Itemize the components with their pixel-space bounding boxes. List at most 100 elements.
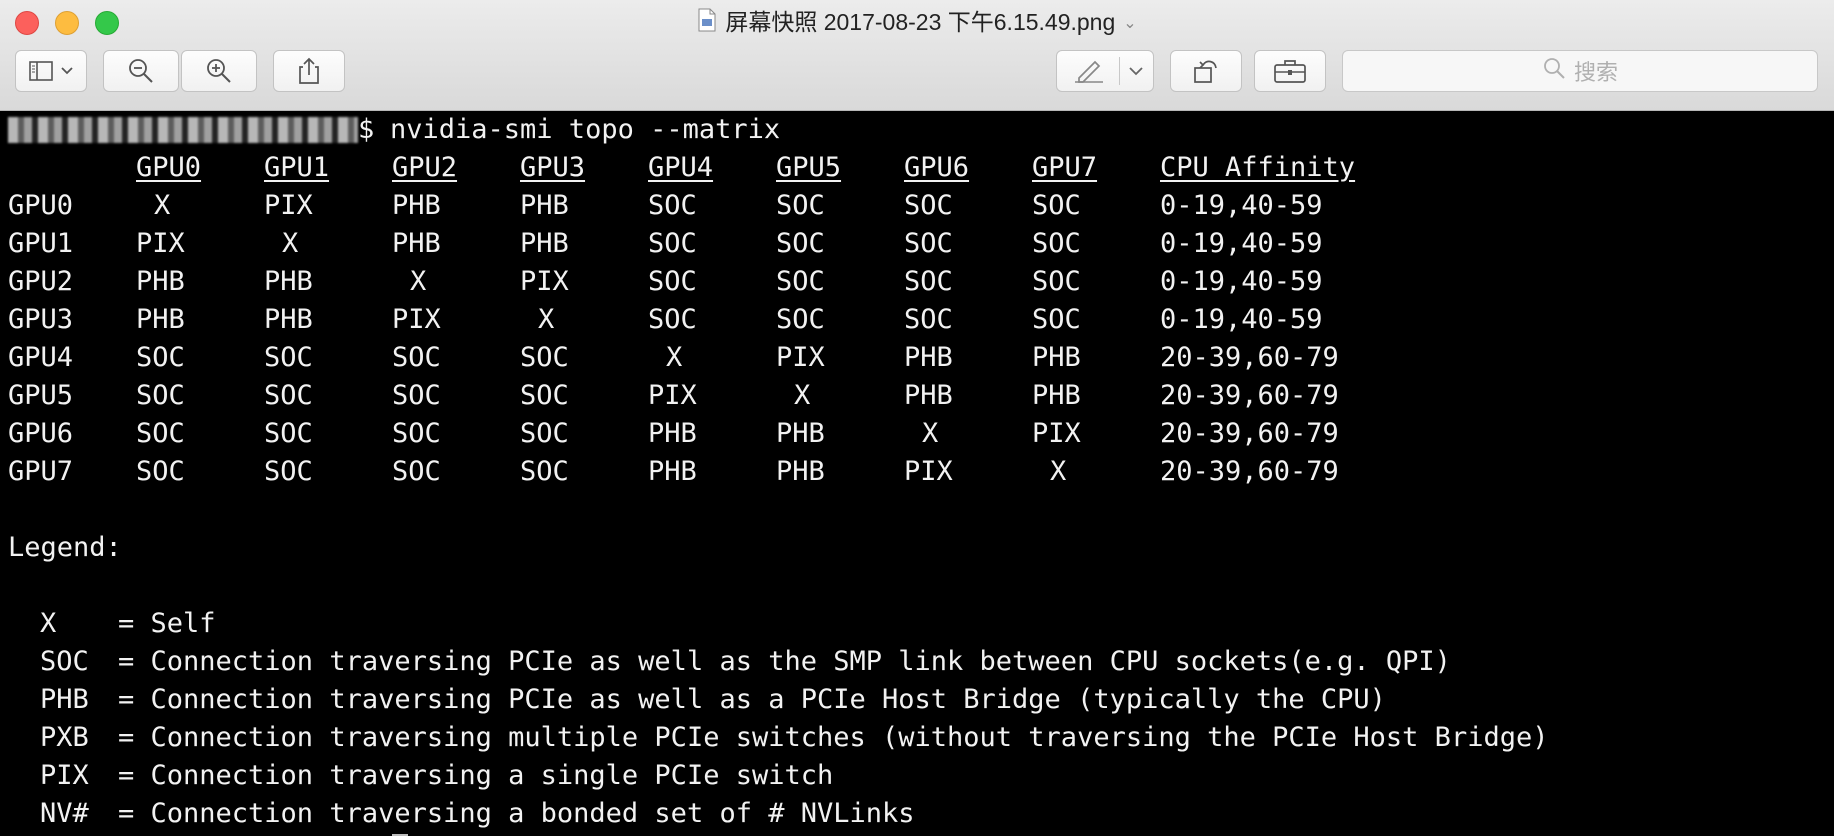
matrix-cell: SOC — [264, 380, 313, 411]
matrix-cell: PIX — [1032, 418, 1081, 449]
window-title-text: 屏幕快照 2017-08-23 下午6.15.49.png — [725, 9, 1116, 35]
rotate-icon — [1191, 57, 1221, 85]
matrix-cell: SOC — [392, 418, 441, 449]
matrix-cell: SOC — [648, 266, 697, 297]
window-toolbar: 屏幕快照 2017-08-23 下午6.15.49.png ⌄ 搜索 — [0, 0, 1834, 111]
matrix-cell: PHB — [648, 456, 697, 487]
legend-key: PIX — [40, 760, 89, 791]
matrix-header-gpu2: GPU2 — [392, 152, 458, 183]
row-label: GPU4 — [8, 342, 74, 373]
table-row: GPU3 PHB PHB PIX X SOC SOC SOC SOC 0-19,40-59 — [0, 301, 1834, 339]
matrix-header-gpu4: GPU4 — [648, 152, 714, 183]
legend-title: Legend: — [8, 532, 122, 563]
matrix-cell: X — [1050, 456, 1067, 487]
legend-title-row: Legend: — [0, 529, 1834, 567]
matrix-cell: PHB — [392, 190, 441, 221]
cpu-affinity-cell: 20-39,60-79 — [1160, 380, 1339, 411]
matrix-cell: SOC — [904, 304, 953, 335]
matrix-cell: PIX — [136, 228, 185, 259]
matrix-cell: SOC — [264, 418, 313, 449]
matrix-cell: SOC — [1032, 266, 1081, 297]
share-button[interactable] — [273, 50, 345, 92]
matrix-cell: PIX — [264, 190, 313, 221]
sidebar-toggle-button[interactable] — [15, 50, 87, 92]
table-row: GPU6 SOC SOC SOC SOC PHB PHB X PIX 20-39,60-79 — [0, 415, 1834, 453]
matrix-cell: SOC — [136, 456, 185, 487]
chevron-down-icon[interactable]: ⌄ — [1123, 8, 1136, 40]
table-row: GPU5 SOC SOC SOC SOC PIX X PHB PHB 20-39,60-79 — [0, 377, 1834, 415]
zoom-in-icon — [205, 57, 233, 85]
matrix-cell: SOC — [392, 380, 441, 411]
matrix-cell: SOC — [1032, 228, 1081, 259]
window-title[interactable]: 屏幕快照 2017-08-23 下午6.15.49.png ⌄ — [0, 6, 1834, 40]
row-label: GPU7 — [8, 456, 74, 487]
row-label: GPU1 — [8, 228, 74, 259]
zoom-out-button[interactable] — [103, 50, 179, 92]
matrix-header-gpu1: GPU1 — [264, 152, 330, 183]
matrix-cell: SOC — [520, 380, 569, 411]
matrix-cell: SOC — [136, 418, 185, 449]
legend-description: = Self — [118, 608, 216, 639]
legend-description: = Connection traversing PCIe as well as … — [118, 646, 1451, 677]
matrix-cell: PHB — [392, 228, 441, 259]
matrix-cell: SOC — [776, 190, 825, 221]
legend-description: = Connection traversing a single PCIe sw… — [118, 760, 834, 791]
matrix-cell: PHB — [520, 228, 569, 259]
cpu-affinity-cell: 0-19,40-59 — [1160, 228, 1323, 259]
rotate-button[interactable] — [1170, 50, 1242, 92]
matrix-cell: SOC — [776, 266, 825, 297]
matrix-header-gpu3: GPU3 — [520, 152, 586, 183]
matrix-cell: SOC — [136, 342, 185, 373]
matrix-cell: SOC — [904, 228, 953, 259]
matrix-header-gpu7: GPU7 — [1032, 152, 1098, 183]
matrix-cell: SOC — [136, 380, 185, 411]
search-field[interactable]: 搜索 — [1342, 50, 1818, 92]
zoom-in-button[interactable] — [181, 50, 257, 92]
toolbox-button[interactable] — [1254, 50, 1326, 92]
toolbar-divider — [1119, 57, 1120, 85]
matrix-cell: SOC — [904, 266, 953, 297]
prompt-symbol: $ — [358, 114, 375, 145]
matrix-cell: SOC — [264, 456, 313, 487]
zoom-out-icon — [127, 57, 155, 85]
matrix-cell: PHB — [1032, 380, 1081, 411]
matrix-cell: PHB — [776, 418, 825, 449]
sidebar-icon — [29, 60, 55, 82]
matrix-cell: PHB — [520, 190, 569, 221]
cpu-affinity-cell: 0-19,40-59 — [1160, 304, 1323, 335]
matrix-cell: SOC — [520, 418, 569, 449]
command-line: $ nvidia-smi topo --matrix — [0, 111, 1834, 149]
matrix-cell: X — [154, 190, 171, 221]
matrix-cell: PHB — [136, 266, 185, 297]
matrix-cell: SOC — [392, 342, 441, 373]
matrix-cell: PIX — [904, 456, 953, 487]
matrix-cell: SOC — [1032, 304, 1081, 335]
matrix-cell: X — [794, 380, 811, 411]
command-text: nvidia-smi topo --matrix — [390, 114, 781, 145]
table-row: GPU7 SOC SOC SOC SOC PHB PHB PIX X 20-39,60-79 — [0, 453, 1834, 491]
row-label: GPU5 — [8, 380, 74, 411]
matrix-cell: PHB — [648, 418, 697, 449]
matrix-header-gpu6: GPU6 — [904, 152, 970, 183]
preview-window: 屏幕快照 2017-08-23 下午6.15.49.png ⌄ 搜索 $ nvi… — [0, 0, 1834, 836]
matrix-cell: PIX — [520, 266, 569, 297]
search-icon — [1542, 56, 1566, 86]
row-label: GPU6 — [8, 418, 74, 449]
markup-pen-icon — [1073, 58, 1105, 84]
matrix-cell: X — [922, 418, 939, 449]
matrix-cell: SOC — [520, 342, 569, 373]
markup-button[interactable] — [1056, 50, 1154, 92]
legend-item: NV# = Connection traversing a bonded set … — [0, 795, 1834, 833]
matrix-cell: PIX — [392, 304, 441, 335]
matrix-cell: SOC — [648, 228, 697, 259]
matrix-cell: SOC — [648, 190, 697, 221]
legend-key: X — [40, 608, 57, 639]
matrix-cell: PHB — [1032, 342, 1081, 373]
legend-description: = Connection traversing a bonded set of … — [118, 798, 915, 829]
matrix-cell: PIX — [648, 380, 697, 411]
cpu-affinity-cell: 0-19,40-59 — [1160, 190, 1323, 221]
legend-item: SOC = Connection traversing PCIe as well … — [0, 643, 1834, 681]
matrix-cell: X — [538, 304, 555, 335]
chevron-down-icon[interactable] — [1129, 67, 1143, 76]
matrix-cell: X — [666, 342, 683, 373]
